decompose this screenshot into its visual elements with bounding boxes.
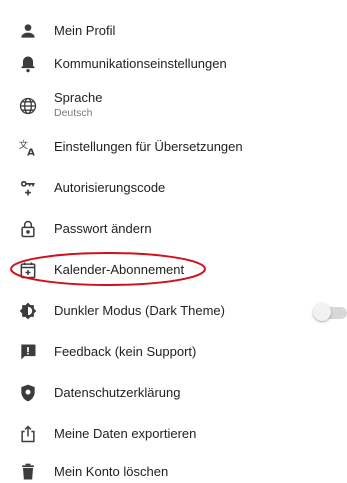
feedback-icon — [17, 341, 39, 363]
dark-mode-toggle[interactable] — [313, 303, 347, 321]
menu-item-calendar-subscription[interactable]: Kalender-Abonnement — [0, 250, 347, 291]
shield-icon — [17, 382, 39, 404]
menu-item-dark-mode[interactable]: Dunkler Modus (Dark Theme) — [0, 291, 347, 332]
menu-item-label: Autorisierungscode — [54, 180, 166, 195]
trash-icon — [17, 461, 39, 483]
menu-item-language[interactable]: Sprache Deutsch — [0, 86, 347, 130]
lock-icon — [17, 218, 39, 240]
toggle-thumb — [313, 303, 331, 321]
menu-item-communication-settings[interactable]: Kommunikationseinstellungen — [0, 44, 347, 85]
menu-item-label: Mein Konto löschen — [54, 464, 169, 479]
contrast-icon — [17, 300, 39, 322]
svg-text:A: A — [27, 147, 35, 157]
share-icon — [17, 423, 39, 445]
menu-item-authorization-code[interactable]: Autorisierungscode — [0, 168, 347, 209]
calendar-add-icon — [17, 259, 39, 281]
bell-icon — [17, 53, 39, 75]
menu-item-feedback[interactable]: Feedback (kein Support) — [0, 332, 347, 373]
menu-item-label: Feedback (kein Support) — [54, 344, 197, 359]
translate-icon: 文A — [17, 136, 39, 158]
menu-item-sublabel: Deutsch — [54, 107, 93, 119]
menu-item-label: Dunkler Modus (Dark Theme) — [54, 303, 225, 318]
menu-item-label: Kalender-Abonnement — [54, 262, 185, 277]
menu-item-delete-account[interactable]: Mein Konto löschen — [0, 455, 347, 483]
menu-item-label: Sprache — [54, 90, 103, 105]
menu-item-privacy-policy[interactable]: Datenschutzerklärung — [0, 373, 347, 414]
menu-item-label: Kommunikationseinstellungen — [54, 56, 227, 71]
menu-item-label: Meine Daten exportieren — [54, 426, 197, 441]
menu-item-label: Einstellungen für Übersetzungen — [54, 139, 243, 154]
key-icon — [17, 177, 39, 199]
menu-item-label: Datenschutzerklärung — [54, 385, 181, 400]
menu-item-label: Mein Profil — [54, 23, 116, 38]
menu-item-change-password[interactable]: Passwort ändern — [0, 209, 347, 250]
globe-icon — [17, 95, 39, 117]
settings-menu: Mein Profil Kommunikationseinstellungen … — [0, 0, 347, 483]
menu-item-translation-settings[interactable]: 文A Einstellungen für Übersetzungen — [0, 127, 347, 168]
menu-item-export-data[interactable]: Meine Daten exportieren — [0, 414, 347, 455]
menu-item-label: Passwort ändern — [54, 221, 152, 236]
person-icon — [17, 20, 39, 42]
